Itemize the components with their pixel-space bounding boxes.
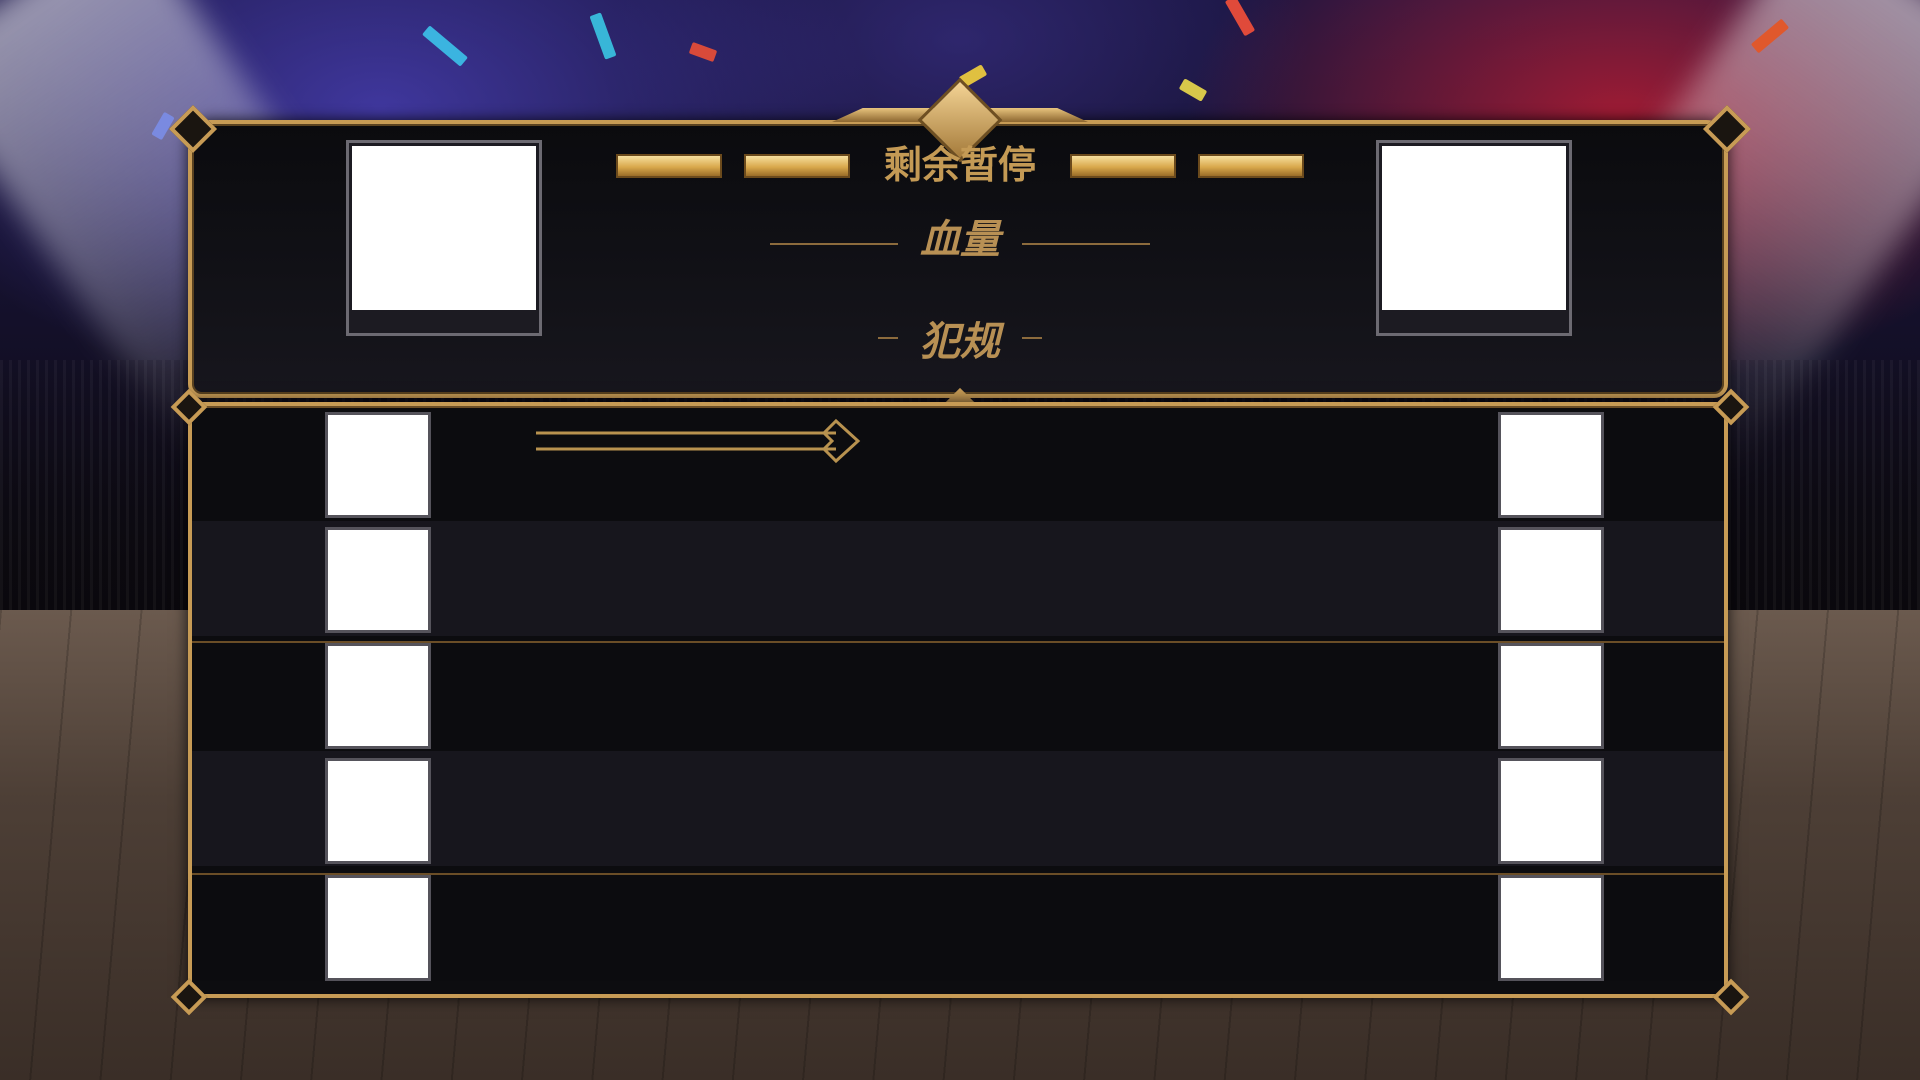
left-player-slot-5[interactable] [325, 875, 431, 981]
right-player-slot-3[interactable] [1498, 643, 1604, 749]
hp-label: 血量 [920, 217, 1000, 263]
right-player-slot-2[interactable] [1498, 527, 1604, 633]
team-right-avatar[interactable] [1376, 140, 1572, 336]
pause-token-right-1 [1070, 154, 1176, 178]
right-player-slot-4[interactable] [1498, 758, 1604, 864]
right-player-slot-5[interactable] [1498, 875, 1604, 981]
team-left-avatar-image [352, 146, 536, 310]
hp-rule-left [770, 243, 898, 245]
left-player-slot-3[interactable] [325, 643, 431, 749]
left-player-slot-2[interactable] [325, 527, 431, 633]
team-right-avatar-image [1382, 146, 1566, 310]
row-divider [192, 406, 1724, 408]
left-player-slot-4[interactable] [325, 758, 431, 864]
right-player-slot-1[interactable] [1498, 412, 1604, 518]
arrow-right-icon [536, 418, 861, 464]
pause-token-left-1 [616, 154, 722, 178]
team-left-avatar[interactable] [346, 140, 542, 336]
remaining-pause-label: 剩余暂停 [883, 143, 1036, 187]
pause-token-left-2 [744, 154, 850, 178]
hp-rule-right [1022, 243, 1150, 245]
pause-token-right-2 [1198, 154, 1304, 178]
foul-label: 犯规 [920, 319, 1000, 365]
foul-rule-right [1022, 337, 1042, 339]
roster-panel [188, 402, 1728, 998]
left-player-slot-1[interactable] [325, 412, 431, 518]
